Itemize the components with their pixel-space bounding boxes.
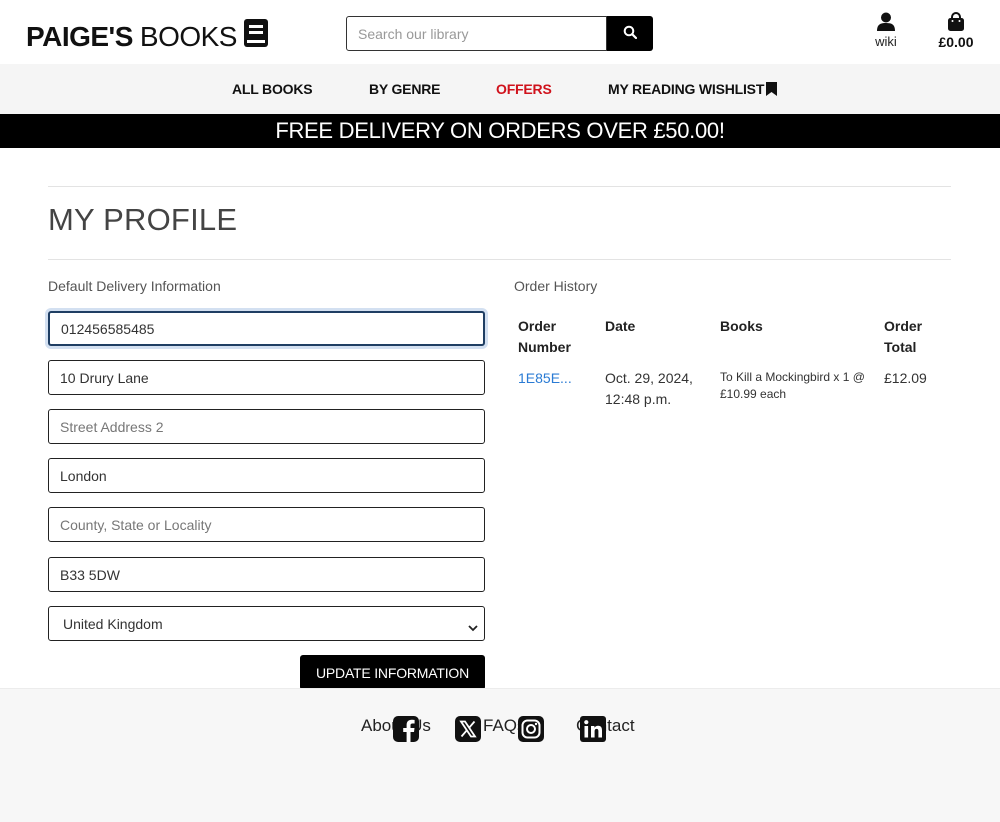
phone-field[interactable] [48, 311, 485, 346]
site-logo[interactable]: PAIGE'S BOOKS [26, 18, 269, 56]
delivery-banner: FREE DELIVERY ON ORDERS OVER £50.00! [0, 114, 1000, 148]
instagram-icon[interactable] [518, 716, 544, 742]
book-icon [243, 18, 269, 56]
linkedin-icon[interactable] [580, 716, 606, 742]
order-date: Oct. 29, 2024, 12:48 p.m. [605, 370, 693, 407]
search-form [346, 16, 653, 51]
account-label: wiki [875, 34, 897, 49]
col-order-number: Order Number [518, 318, 571, 355]
nav-offers[interactable]: OFFERS [496, 81, 552, 97]
order-books: To Kill a Mockingbird x 1 @ £10.99 each [720, 370, 865, 401]
search-input[interactable] [346, 16, 608, 51]
col-books: Books [720, 318, 763, 334]
street-address-1-field[interactable] [48, 360, 485, 395]
bag-total: £0.00 [938, 34, 974, 50]
country-select[interactable]: United Kingdom [48, 606, 485, 641]
order-total: £12.09 [884, 370, 927, 386]
shopping-bag-icon [930, 12, 982, 32]
account-menu[interactable]: wiki [862, 12, 910, 49]
site-header: PAIGE'S BOOKS Search our library wiki £0… [0, 0, 1000, 64]
divider [48, 259, 951, 260]
site-footer: About Us FAQs Contact [0, 688, 1000, 822]
logo-normal-text: BOOKS [139, 21, 238, 52]
col-date: Date [605, 318, 636, 334]
search-button[interactable] [607, 16, 653, 51]
user-icon [862, 12, 910, 32]
postcode-field[interactable] [48, 557, 485, 592]
page-title: MY PROFILE [48, 202, 238, 237]
nav-wishlist[interactable]: MY READING WISHLIST [608, 81, 778, 99]
delivery-heading: Default Delivery Information [48, 278, 221, 294]
bookmark-icon [766, 82, 778, 99]
col-order-total: Order Total [884, 318, 923, 355]
x-icon[interactable] [455, 716, 481, 742]
order-history-heading: Order History [514, 278, 598, 294]
town-city-field[interactable] [48, 458, 485, 493]
logo-bold-text: PAIGE'S [26, 21, 133, 52]
county-field[interactable] [48, 507, 485, 542]
update-information-button[interactable]: UPDATE INFORMATION [300, 655, 485, 690]
main-nav: ALL BOOKS BY GENRE OFFERS MY READING WIS… [0, 64, 1000, 114]
order-number-link[interactable]: 1E85E... [518, 368, 572, 389]
street-address-2-field[interactable] [48, 409, 485, 444]
search-icon [623, 25, 638, 42]
nav-all-books[interactable]: ALL BOOKS [232, 81, 313, 97]
divider [48, 186, 951, 187]
facebook-icon[interactable] [393, 716, 419, 742]
shopping-bag[interactable]: £0.00 [930, 12, 982, 50]
nav-wishlist-label: MY READING WISHLIST [608, 81, 765, 97]
nav-by-genre[interactable]: BY GENRE [369, 81, 440, 97]
